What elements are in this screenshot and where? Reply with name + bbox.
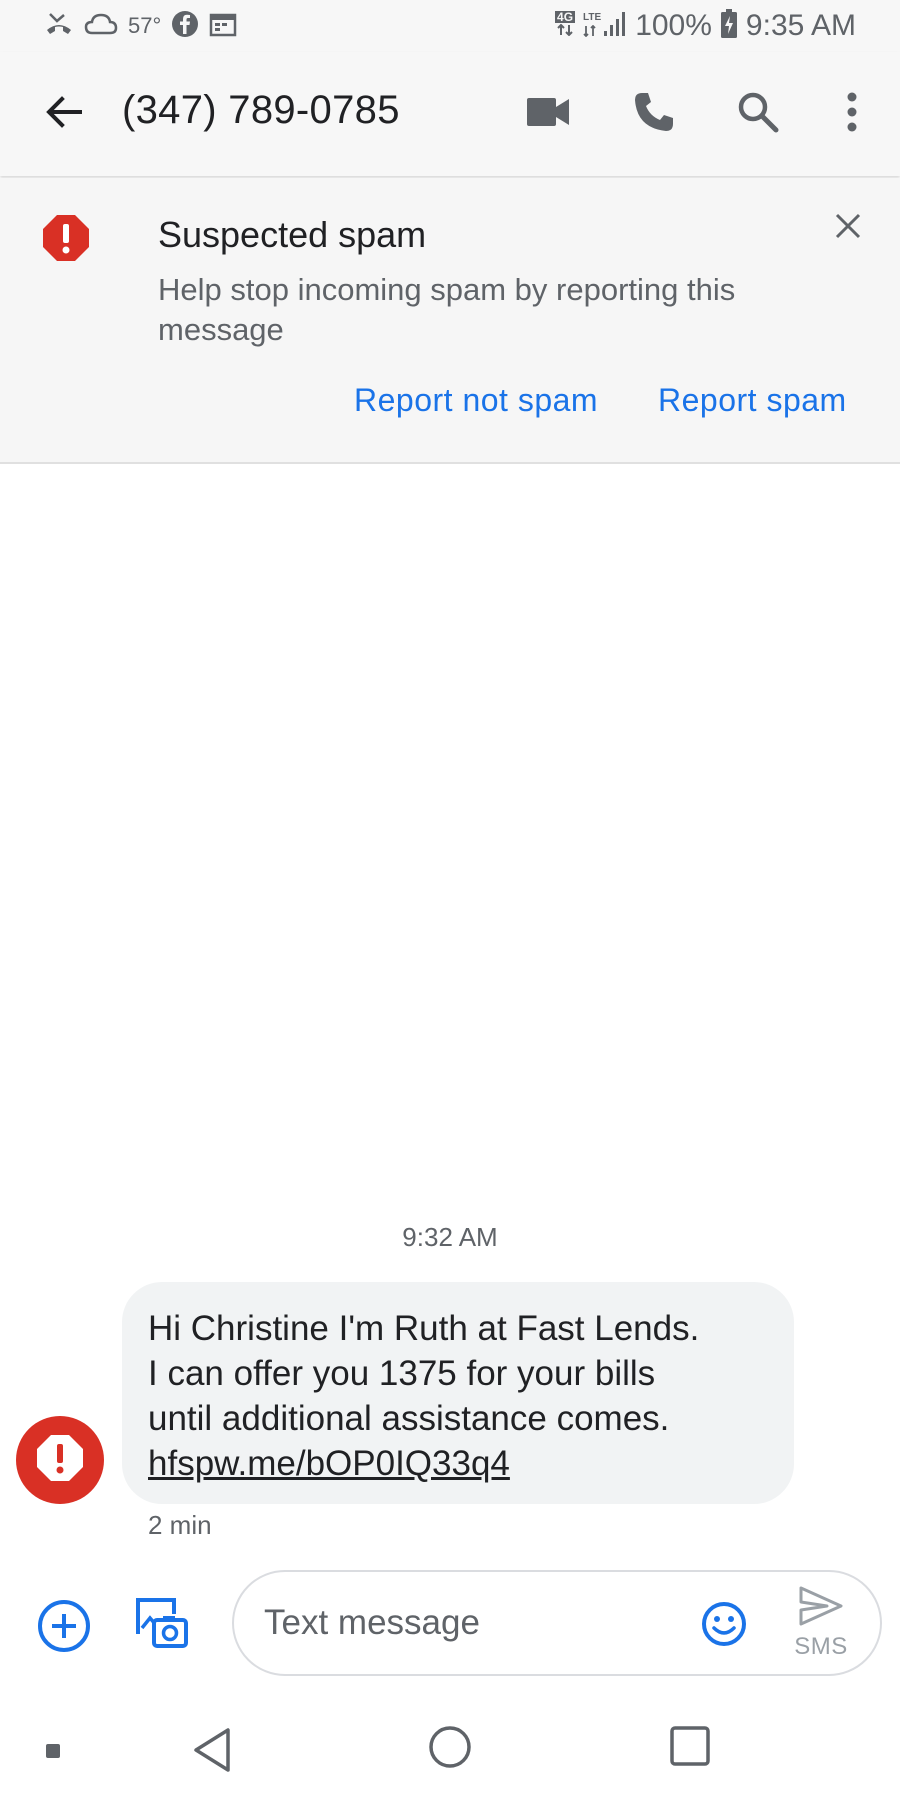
compose-box: SMS [232,1570,882,1676]
alert-octagon-icon [42,214,90,262]
status-right: 4G LTE 100% 9:35 AM [555,8,856,44]
spam-avatar[interactable] [16,1416,104,1504]
lte-label: LTE [583,11,602,23]
add-attachment-button[interactable] [36,1598,92,1654]
phone-icon [633,91,675,138]
search-button[interactable] [730,86,786,142]
contact-title: (347) 789-0785 [122,88,400,132]
emoji-button[interactable] [700,1600,748,1648]
message-input[interactable] [264,1596,624,1650]
send-label: SMS [794,1633,848,1660]
system-nav-bar [0,1700,900,1800]
message-timestamp: 9:32 AM [402,1222,498,1252]
network-indicator: 4G [555,10,576,41]
gallery-camera-button[interactable] [130,1594,190,1654]
nav-back-triangle-icon [190,1728,240,1780]
search-icon [737,91,779,138]
cloud-icon [84,12,118,41]
signal-indicator: LTE [583,11,627,42]
back-arrow-icon [44,92,84,137]
app-bar: (347) 789-0785 [0,52,900,176]
data-arrows-icon [557,23,573,41]
lte-arrows-icon [583,24,597,42]
nav-home-circle-icon [427,1726,473,1774]
battery-percent: 100% [635,9,712,42]
gallery-camera-icon [130,1598,190,1658]
message-bubble[interactable]: Hi Christine I'm Ruth at Fast Lends. I c… [122,1282,794,1504]
nav-back-button[interactable] [190,1724,240,1776]
nav-recents-button[interactable] [670,1726,710,1766]
video-call-button[interactable] [520,86,576,142]
video-call-icon [526,97,570,132]
message-text: Hi Christine I'm Ruth at Fast Lends. I c… [148,1309,700,1438]
add-circle-icon [36,1600,92,1658]
nav-recents-square-icon [670,1726,710,1770]
report-spam-button[interactable]: Report spam [658,382,847,419]
message-link[interactable]: hfspw.me/bOP0IQ33q4 [148,1441,768,1486]
close-icon [835,213,861,244]
phone-call-button[interactable] [626,86,682,142]
status-bar: 57° 4G LTE 100% 9:35 AM [0,0,900,52]
report-not-spam-button[interactable]: Report not spam [354,382,598,419]
send-button[interactable]: SMS [786,1586,856,1666]
network-type: 4G [555,10,576,24]
more-vert-icon [846,92,858,137]
banner-description: Help stop incoming spam by reporting thi… [158,272,736,347]
spam-banner: Suspected spam Help stop incoming spam b… [0,178,900,464]
nav-indicator-dot [46,1744,60,1758]
alert-octagon-icon [36,1434,84,1487]
battery-charging-icon [720,8,738,44]
temperature: 57° [128,13,162,38]
more-options-button[interactable] [824,86,880,142]
nav-home-button[interactable] [427,1724,473,1770]
clock: 9:35 AM [745,9,856,42]
dismiss-banner-button[interactable] [826,206,870,250]
calendar-icon [209,11,237,42]
message-age: 2 min [148,1510,212,1540]
emoji-icon [700,1602,748,1652]
send-icon [799,1586,843,1631]
status-left: 57° [44,10,237,42]
back-button[interactable] [36,86,92,142]
signal-icon [603,11,627,42]
banner-title: Suspected spam [158,214,427,255]
missed-call-icon [44,11,74,42]
facebook-icon [171,10,199,43]
